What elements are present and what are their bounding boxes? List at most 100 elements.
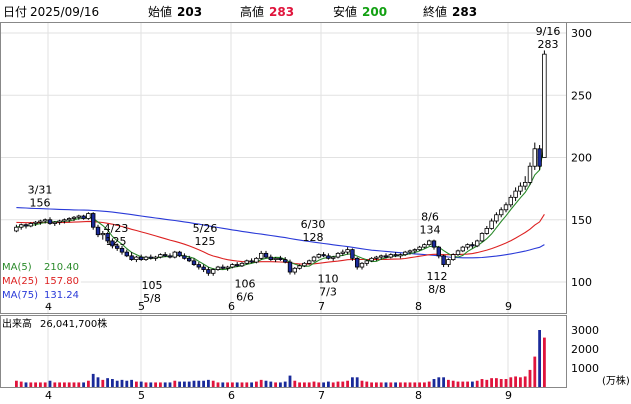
annotation-value: 156 bbox=[30, 196, 51, 209]
volume-bar bbox=[149, 382, 153, 387]
volume-bar bbox=[178, 381, 181, 387]
volume-bar bbox=[327, 381, 330, 387]
candle-up bbox=[38, 220, 43, 223]
candle-up bbox=[254, 257, 259, 263]
volume-bar bbox=[101, 379, 105, 387]
volume-bar bbox=[370, 382, 373, 387]
volume-bar bbox=[96, 377, 100, 387]
candle-down bbox=[220, 266, 225, 269]
volume-bar bbox=[538, 330, 541, 387]
volume-bar bbox=[298, 382, 301, 387]
volume-bar bbox=[389, 382, 393, 387]
price-tick-label: 100 bbox=[571, 276, 592, 289]
volume-bar bbox=[490, 378, 493, 387]
candle-up bbox=[345, 249, 350, 253]
candle-down bbox=[263, 252, 269, 258]
volume-bar bbox=[322, 382, 325, 387]
volume-bar bbox=[499, 379, 503, 387]
price-tick-label: 200 bbox=[571, 152, 592, 165]
volume-bar bbox=[259, 379, 263, 387]
volume-bar bbox=[351, 377, 354, 387]
candle-up bbox=[71, 216, 77, 219]
volume-bar bbox=[235, 382, 239, 387]
annotation-date: 106 bbox=[235, 278, 256, 291]
volume-bar bbox=[183, 381, 186, 387]
volume-bar bbox=[365, 381, 369, 387]
volume-bar bbox=[509, 377, 513, 387]
candle-down bbox=[191, 260, 197, 265]
moving-average-lines bbox=[16, 143, 545, 271]
annotation-value: 7/3 bbox=[319, 286, 337, 299]
volume-bar bbox=[399, 382, 402, 387]
volume-bar bbox=[451, 380, 455, 387]
candle-up bbox=[542, 53, 547, 158]
candle-down bbox=[138, 256, 144, 260]
chart-canvas: 日付 2025/09/16 始値 203 高値 283 安値 200 終値 28… bbox=[0, 0, 631, 402]
volume-unit: (万株) bbox=[602, 374, 630, 387]
volume-bar bbox=[355, 377, 359, 387]
candle-down bbox=[268, 256, 273, 260]
volume-bar bbox=[29, 382, 33, 387]
candle-up bbox=[498, 209, 504, 216]
volume-bar bbox=[115, 380, 119, 387]
candle-down bbox=[321, 254, 326, 257]
volume-bar bbox=[480, 379, 484, 387]
candle-up bbox=[239, 262, 245, 267]
candle-up bbox=[67, 218, 72, 221]
volume-bar bbox=[168, 382, 172, 387]
candle-up bbox=[76, 215, 81, 218]
volume-bar bbox=[423, 382, 426, 387]
volume-bar bbox=[240, 382, 244, 387]
volume-bar bbox=[43, 382, 47, 387]
volume-bar bbox=[202, 380, 205, 387]
volume-bar bbox=[139, 381, 143, 387]
volume-bar bbox=[504, 379, 508, 387]
annotation-date: 4/23 bbox=[104, 222, 129, 235]
volume-bar bbox=[384, 382, 388, 387]
candle-up bbox=[407, 250, 413, 253]
candle-up bbox=[364, 260, 369, 264]
candle-up bbox=[18, 224, 24, 228]
candle-up bbox=[465, 244, 470, 248]
ma5-value: 210.40 bbox=[44, 262, 79, 273]
month-tick-label-volume: 9 bbox=[505, 389, 512, 400]
volume-bar bbox=[543, 337, 546, 387]
volume-bar bbox=[15, 380, 18, 387]
volume-bar bbox=[427, 381, 431, 387]
annotation-value: 125 bbox=[106, 235, 127, 248]
volume-bar bbox=[466, 381, 469, 387]
candle-down bbox=[383, 255, 389, 258]
month-tick-label-volume: 4 bbox=[45, 389, 52, 400]
annotation-date: 112 bbox=[427, 270, 448, 283]
candle-up bbox=[446, 259, 451, 265]
volume-bar bbox=[221, 382, 225, 387]
candle-up bbox=[378, 255, 384, 258]
candle-up bbox=[340, 251, 345, 254]
candle-up bbox=[359, 262, 365, 268]
volume-title: 出来高 bbox=[2, 317, 32, 330]
candle-up bbox=[402, 251, 408, 256]
volume-bar bbox=[307, 382, 311, 387]
volume-bar bbox=[336, 381, 340, 387]
volume-bar bbox=[331, 382, 335, 387]
candle-up bbox=[426, 240, 432, 246]
candle-up bbox=[302, 262, 307, 267]
candle-up bbox=[172, 251, 177, 258]
candle-up bbox=[134, 256, 139, 260]
candle-up bbox=[518, 185, 523, 192]
volume-bar bbox=[154, 382, 157, 387]
volume-bar bbox=[187, 381, 191, 387]
volume-bar bbox=[106, 378, 109, 387]
annotation-date: 9/16 bbox=[536, 25, 561, 38]
candle-up bbox=[369, 257, 374, 262]
volume-bar bbox=[303, 382, 306, 387]
volume-bar bbox=[461, 381, 465, 387]
candle-up bbox=[292, 267, 297, 273]
volume-bar bbox=[255, 381, 258, 387]
volume-bar bbox=[269, 381, 273, 387]
volume-bar bbox=[58, 382, 61, 387]
volume-bar bbox=[250, 382, 253, 387]
volume-bar bbox=[341, 381, 345, 387]
candle-up bbox=[412, 249, 417, 252]
price-tick-label: 150 bbox=[571, 214, 592, 227]
